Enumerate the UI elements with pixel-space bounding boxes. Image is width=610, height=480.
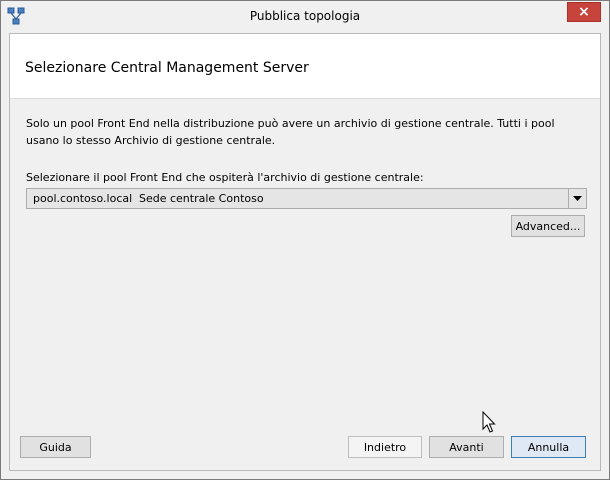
window-frame: Pubblica topologia × Selezionare Central…	[1, 1, 609, 479]
close-icon: ×	[578, 4, 590, 20]
close-button[interactable]: ×	[567, 2, 601, 22]
pool-select-label: Selezionare il pool Front End che ospite…	[26, 171, 424, 184]
advanced-button[interactable]: Advanced...	[511, 215, 585, 237]
cancel-button[interactable]: Annulla	[511, 436, 586, 458]
front-end-pool-select[interactable]: pool.contoso.local Sede centrale Contoso	[26, 188, 587, 209]
wizard-header: Selezionare Central Management Server	[10, 34, 600, 99]
dropdown-button[interactable]	[568, 189, 586, 208]
help-button[interactable]: Guida	[20, 436, 91, 458]
title-bar[interactable]: Pubblica topologia ×	[1, 1, 609, 33]
mouse-pointer-icon	[482, 410, 496, 435]
back-button[interactable]: Indietro	[348, 436, 422, 458]
wizard-content: Selezionare Central Management Server So…	[9, 33, 601, 471]
wizard-window: Pubblica topologia × Selezionare Central…	[0, 0, 610, 480]
description-text: Solo un pool Front End nella distribuzio…	[26, 117, 555, 147]
next-button[interactable]: Avanti	[429, 436, 504, 458]
window-title: Pubblica topologia	[249, 9, 361, 23]
pool-site: Sede centrale Contoso	[139, 192, 264, 205]
pool-fqdn: pool.contoso.local	[33, 192, 133, 205]
chevron-down-icon	[573, 195, 582, 201]
page-title: Selezionare Central Management Server	[25, 60, 309, 76]
